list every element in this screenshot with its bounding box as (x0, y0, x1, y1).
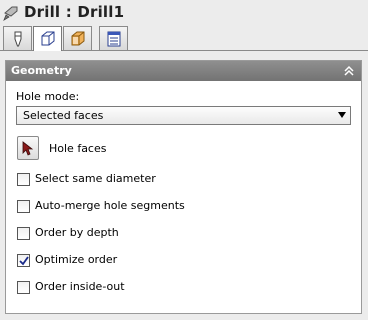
geometry-icon (41, 31, 55, 46)
drill-icon (3, 6, 18, 21)
checkmark-icon (19, 256, 29, 266)
tab-geometry[interactable] (33, 26, 62, 51)
hole-mode-label: Hole mode: (16, 90, 80, 103)
panel-title: Geometry (11, 64, 72, 77)
tab-parameters[interactable] (99, 26, 128, 50)
cursor-arrow-icon (22, 141, 34, 156)
stock-icon (71, 31, 85, 46)
order-by-depth-checkbox[interactable] (17, 227, 30, 240)
order-by-depth-label[interactable]: Order by depth (35, 226, 119, 239)
tool-icon (14, 31, 22, 47)
geometry-panel: Geometry Hole mode: Selected faces Hole … (5, 60, 362, 314)
order-inside-out-checkbox[interactable] (17, 281, 30, 294)
auto-merge-hole-segments-label[interactable]: Auto-merge hole segments (35, 199, 185, 212)
title-bar: Drill : Drill1 (0, 0, 368, 26)
hole-faces-label: Hole faces (49, 142, 107, 155)
optimize-order-checkbox[interactable] (17, 254, 30, 267)
tab-tool[interactable] (3, 26, 32, 50)
window-title: Drill : Drill1 (24, 3, 125, 21)
tab-stock[interactable] (63, 26, 92, 50)
auto-merge-hole-segments-checkbox[interactable] (17, 200, 30, 213)
select-same-diameter-label[interactable]: Select same diameter (35, 172, 156, 185)
parameters-icon (107, 31, 121, 47)
hole-faces-pick-button[interactable] (17, 136, 39, 160)
chevron-down-icon (338, 112, 346, 118)
order-inside-out-label[interactable]: Order inside-out (35, 280, 125, 293)
panel-header[interactable]: Geometry (6, 61, 361, 81)
optimize-order-label[interactable]: Optimize order (35, 253, 117, 266)
tab-strip (0, 26, 368, 51)
hole-mode-value: Selected faces (23, 109, 104, 122)
hole-mode-select[interactable]: Selected faces (16, 106, 351, 125)
collapse-icon[interactable] (343, 65, 355, 77)
select-same-diameter-checkbox[interactable] (17, 173, 30, 186)
